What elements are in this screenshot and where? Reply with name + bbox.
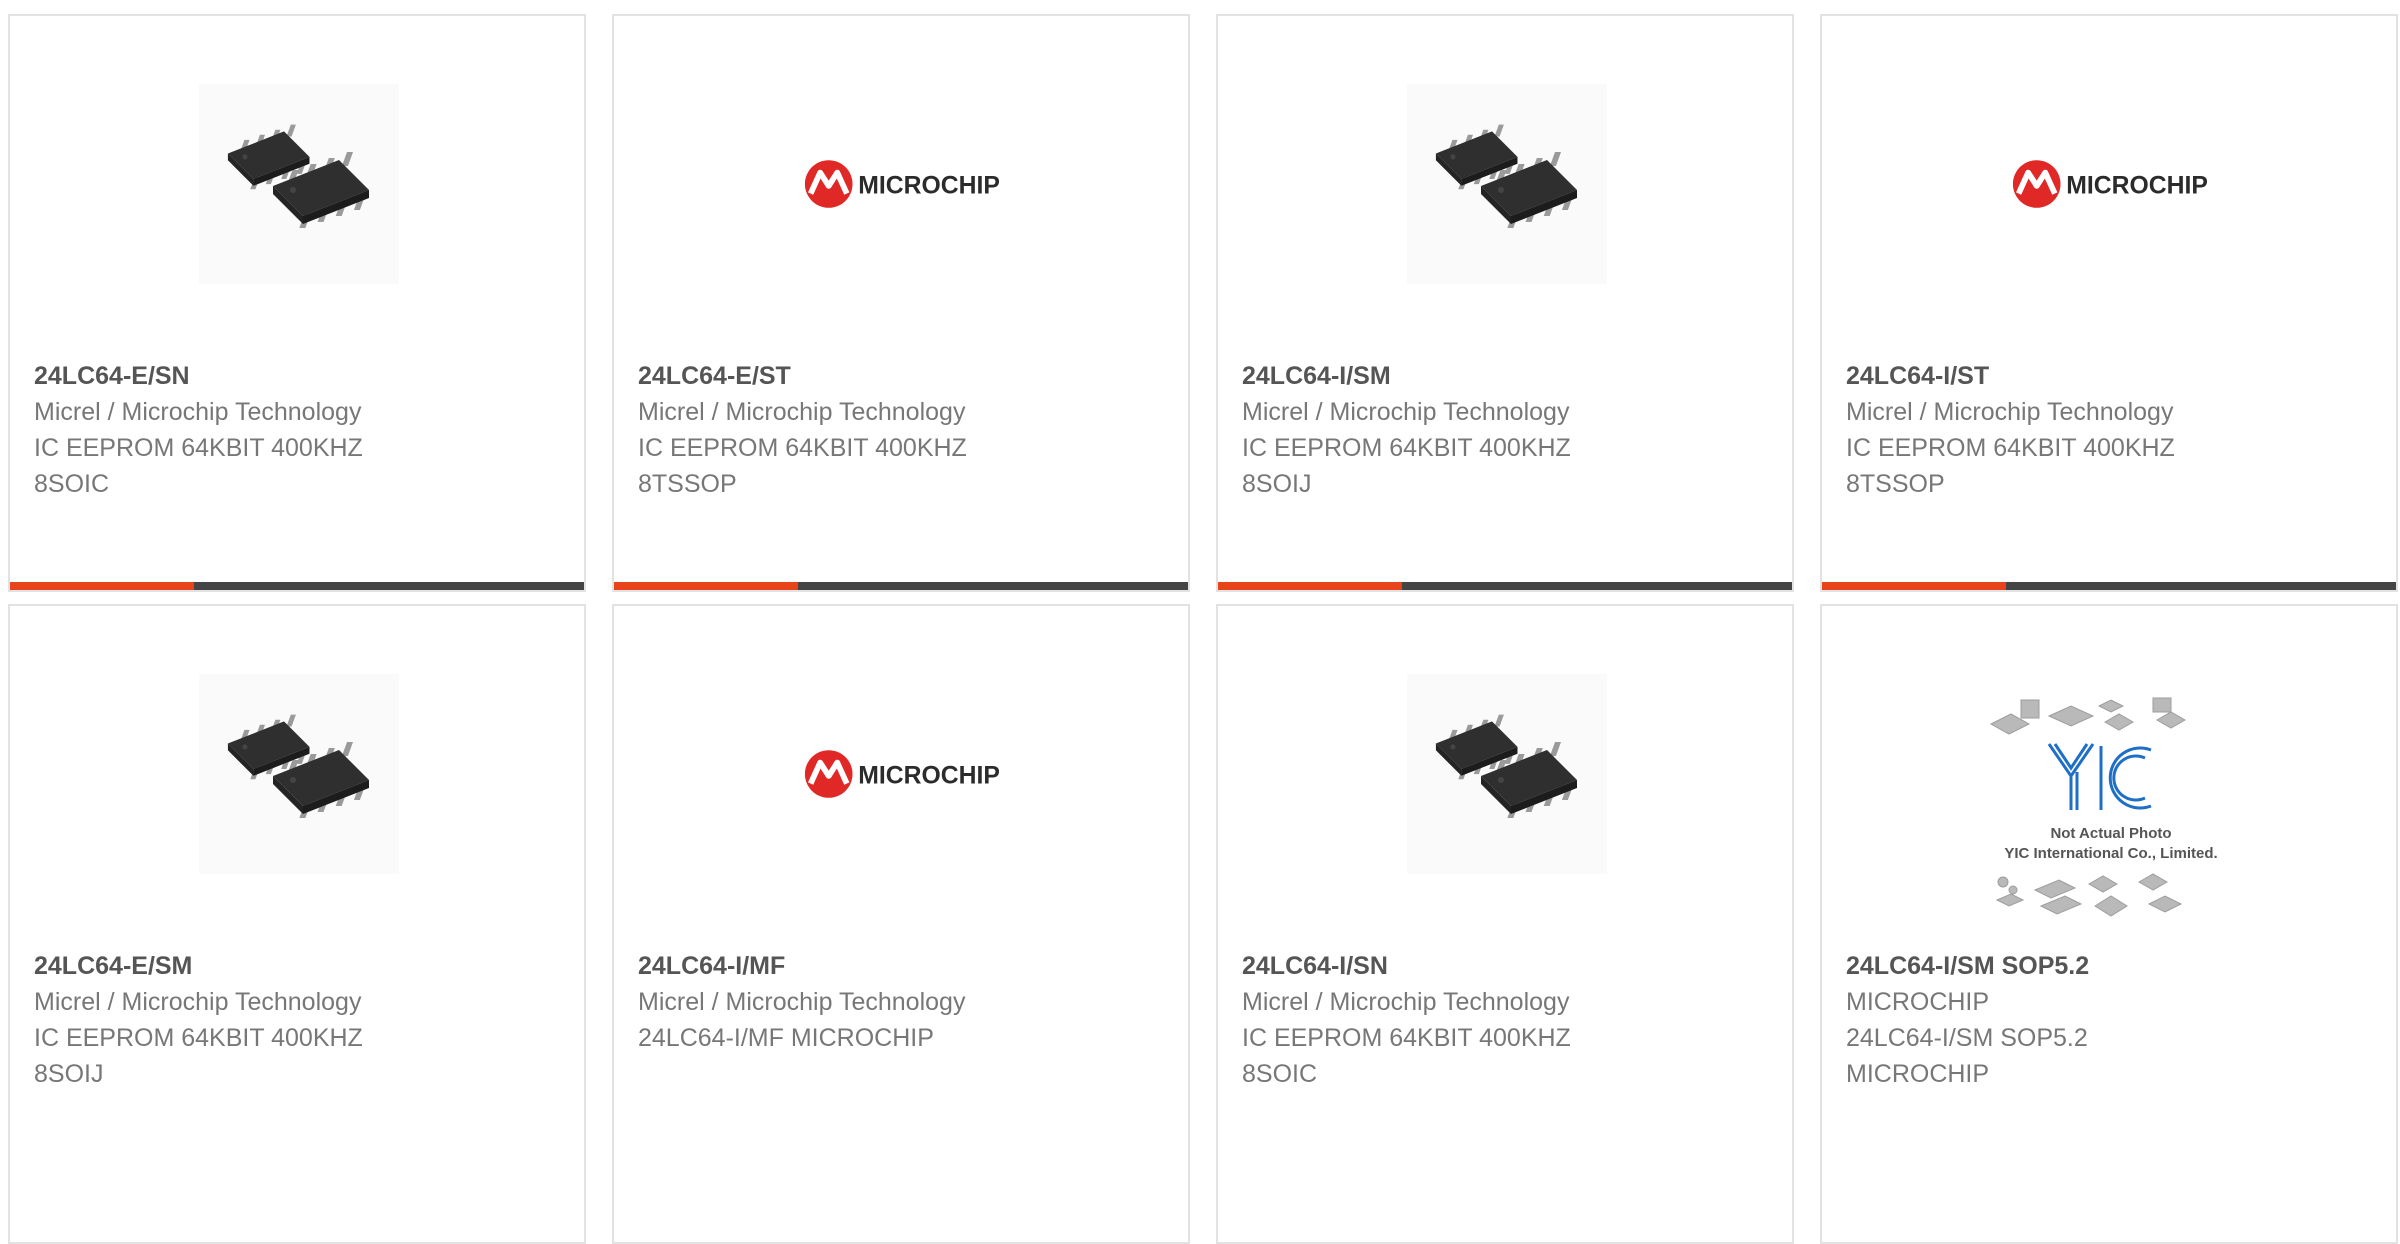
- product-image[interactable]: MICROCHIP: [803, 84, 1003, 284]
- svg-text:MICROCHIP: MICROCHIP: [858, 763, 1000, 790]
- description: IC EEPROM 64KBIT 400KHZ: [34, 434, 363, 462]
- manufacturer: Micrel / Microchip Technology: [34, 988, 362, 1016]
- manufacturer: Micrel / Microchip Technology: [638, 398, 966, 426]
- product-image[interactable]: MICROCHIP: [2011, 84, 2211, 284]
- part-number-link[interactable]: 24LC64-I/SM SOP5.2: [1846, 948, 2366, 984]
- soic-chip-photo: [199, 84, 399, 284]
- manufacturer: Micrel / Microchip Technology: [1846, 398, 2174, 426]
- package: 8TSSOP: [638, 470, 737, 498]
- svg-text:MICROCHIP: MICROCHIP: [2066, 173, 2208, 200]
- microchip-logo: MICROCHIP: [803, 154, 1000, 214]
- card-bottom-bar: [1822, 582, 2396, 590]
- part-number-link[interactable]: 24LC64-I/MF: [638, 948, 1158, 984]
- product-image[interactable]: MICROCHIP: [803, 674, 1003, 874]
- product-image[interactable]: [199, 84, 399, 284]
- description: IC EEPROM 64KBIT 400KHZ: [1846, 434, 2175, 462]
- product-card[interactable]: MICROCHIP 24LC64-I/ST Micrel / Microchip…: [1820, 14, 2398, 592]
- card-bottom-bar: [1218, 582, 1792, 590]
- description: IC EEPROM 64KBIT 400KHZ: [34, 1024, 363, 1052]
- package: 8SOIJ: [34, 1060, 104, 1088]
- svg-text:Not Actual Photo: Not Actual Photo: [2050, 825, 2171, 842]
- yic-placeholder-image: Not Actual Photo YIC International Co., …: [1989, 697, 2218, 917]
- part-number-link[interactable]: 24LC64-I/SM: [1242, 358, 1762, 394]
- svg-text:MICROCHIP: MICROCHIP: [858, 173, 1000, 200]
- description: 24LC64-I/MF MICROCHIP: [638, 1024, 934, 1052]
- microchip-logo: MICROCHIP: [2011, 154, 2208, 214]
- card-bottom-bar: [614, 582, 1188, 590]
- product-card[interactable]: 24LC64-E/SN Micrel / Microchip Technolog…: [8, 14, 586, 592]
- description: IC EEPROM 64KBIT 400KHZ: [638, 434, 967, 462]
- part-number-link[interactable]: 24LC64-I/SN: [1242, 948, 1762, 984]
- manufacturer: Micrel / Microchip Technology: [638, 988, 966, 1016]
- part-number-link[interactable]: 24LC64-E/ST: [638, 358, 1158, 394]
- soic-chip-photo: [1407, 674, 1607, 874]
- product-image[interactable]: [1407, 84, 1607, 284]
- product-card[interactable]: 24LC64-E/SM Micrel / Microchip Technolog…: [8, 604, 586, 1244]
- package: 8SOIC: [1242, 1060, 1318, 1088]
- part-number-link[interactable]: 24LC64-E/SN: [34, 358, 554, 394]
- soic-chip-photo: [199, 674, 399, 874]
- part-number-link[interactable]: 24LC64-E/SM: [34, 948, 554, 984]
- description: IC EEPROM 64KBIT 400KHZ: [1242, 434, 1571, 462]
- microchip-logo: MICROCHIP: [803, 744, 1000, 804]
- package: 8TSSOP: [1846, 470, 1945, 498]
- package: MICROCHIP: [1846, 1060, 1990, 1088]
- manufacturer: Micrel / Microchip Technology: [34, 398, 362, 426]
- product-image[interactable]: [199, 674, 399, 874]
- part-number-link[interactable]: 24LC64-I/ST: [1846, 358, 2366, 394]
- product-card[interactable]: Not Actual Photo YIC International Co., …: [1820, 604, 2398, 1244]
- svg-text:YIC International Co., Limited: YIC International Co., Limited.: [2004, 845, 2217, 862]
- manufacturer: Micrel / Microchip Technology: [1242, 988, 1570, 1016]
- package: 8SOIC: [34, 470, 110, 498]
- manufacturer: Micrel / Microchip Technology: [1242, 398, 1570, 426]
- product-card[interactable]: MICROCHIP 24LC64-I/MF Micrel / Microchip…: [612, 604, 1190, 1244]
- product-card[interactable]: 24LC64-I/SM Micrel / Microchip Technolog…: [1216, 14, 1794, 592]
- description: IC EEPROM 64KBIT 400KHZ: [1242, 1024, 1571, 1052]
- product-grid: 24LC64-E/SN Micrel / Microchip Technolog…: [0, 0, 2400, 1244]
- product-image[interactable]: [1407, 674, 1607, 874]
- soic-chip-photo: [1407, 84, 1607, 284]
- product-image[interactable]: Not Actual Photo YIC International Co., …: [1971, 686, 2251, 926]
- manufacturer: MICROCHIP: [1846, 988, 1990, 1016]
- product-card[interactable]: MICROCHIP 24LC64-E/ST Micrel / Microchip…: [612, 14, 1190, 592]
- package: 8SOIJ: [1242, 470, 1312, 498]
- product-card[interactable]: 24LC64-I/SN Micrel / Microchip Technolog…: [1216, 604, 1794, 1244]
- description: 24LC64-I/SM SOP5.2: [1846, 1024, 2088, 1052]
- card-bottom-bar: [10, 582, 584, 590]
